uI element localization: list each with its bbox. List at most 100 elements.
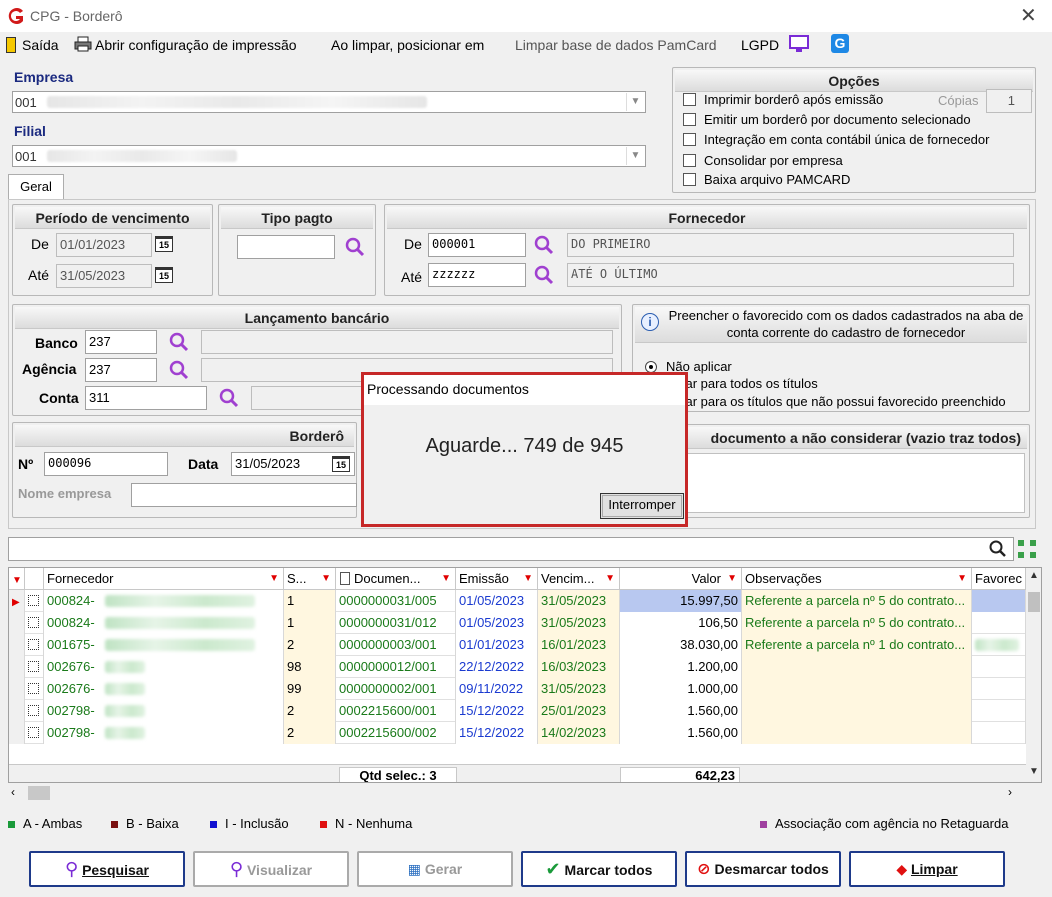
tab-geral[interactable]: Geral xyxy=(8,174,64,200)
filter-icon: ▼ xyxy=(605,573,615,584)
option-checkbox[interactable] xyxy=(683,133,696,146)
view-button[interactable]: ⚲ Visualizar xyxy=(193,851,349,887)
table-row[interactable]: 002676- 98 0000000012/001 22/12/2022 16/03/2… xyxy=(9,656,1026,678)
g-app-icon[interactable]: G xyxy=(831,34,849,53)
supplier-to-code[interactable]: zzzzzz xyxy=(428,263,526,287)
select-all-button[interactable]: ✔ Marcar todos xyxy=(521,851,677,887)
redacted-supplier-name xyxy=(105,727,145,739)
row-checkbox[interactable] xyxy=(25,590,44,612)
row-checkbox[interactable] xyxy=(25,634,44,656)
option-checkbox[interactable] xyxy=(683,93,696,106)
legend-association: Associação com agência no Retaguarda xyxy=(760,816,1008,831)
grid-filter-input[interactable] xyxy=(8,537,1014,561)
bordero-number-field[interactable]: 000096 xyxy=(44,452,168,476)
cell-doc: 0000000003/001 xyxy=(336,634,456,656)
supplier-from-code[interactable]: 000001 xyxy=(428,233,526,257)
redacted-text xyxy=(47,96,427,108)
cell-emissao: 01/05/2023 xyxy=(456,590,538,612)
menu-clear-pamcard[interactable]: Limpar base de dados PamCard xyxy=(515,37,717,53)
search-icon[interactable] xyxy=(344,236,366,258)
scroll-thumb[interactable] xyxy=(1028,592,1040,612)
search-icon[interactable] xyxy=(168,331,190,353)
table-row[interactable]: 000824- 1 0000000031/012 01/05/2023 31/05/20… xyxy=(9,612,1026,634)
table-row[interactable]: 001675- 2 0000000003/001 01/01/2023 16/01/20… xyxy=(9,634,1026,656)
bordero-title: Borderô xyxy=(15,425,354,447)
empresa-combo[interactable]: 001 ▼ xyxy=(12,91,646,113)
option-checkbox[interactable] xyxy=(683,154,696,167)
radio-empty-label: car para os títulos que não possui favor… xyxy=(679,394,1006,409)
table-row[interactable]: 002676- 99 0000000002/001 09/11/2022 31/05/2… xyxy=(9,678,1026,700)
cell-venc: 31/05/2023 xyxy=(538,612,620,634)
row-checkbox[interactable] xyxy=(25,612,44,634)
menu-print-config[interactable]: Abrir configuração de impressão xyxy=(95,37,297,53)
row-checkbox[interactable] xyxy=(25,678,44,700)
calendar-icon[interactable]: 15 xyxy=(155,236,173,252)
menu-on-clear[interactable]: Ao limpar, posicionar em xyxy=(331,37,484,53)
expand-icon[interactable] xyxy=(1016,538,1038,560)
column-header[interactable]: Favorec xyxy=(972,568,1026,590)
deselect-all-button[interactable]: ⊘ Desmarcar todos xyxy=(685,851,841,887)
selected-count: Qtd selec.: 3 xyxy=(339,767,457,782)
cell-s: 98 xyxy=(284,656,336,678)
vertical-scrollbar[interactable]: ▲ ▼ xyxy=(1026,568,1041,782)
payment-type-field[interactable] xyxy=(237,235,335,259)
column-header[interactable]: Valor ▼ xyxy=(620,568,742,590)
copies-spinner[interactable]: 1 xyxy=(986,89,1032,113)
exclude-doc-field[interactable] xyxy=(685,453,1025,513)
option-checkbox[interactable] xyxy=(683,113,696,126)
cell-emissao: 01/01/2023 xyxy=(456,634,538,656)
filial-combo[interactable]: 001 ▼ xyxy=(12,145,646,167)
search-icon[interactable] xyxy=(168,359,190,381)
cell-valor: 1.560,00 xyxy=(620,700,742,722)
calendar-icon[interactable]: 15 xyxy=(155,267,173,283)
search-button[interactable]: ⚲ Pesquisar xyxy=(29,851,185,887)
table-row[interactable]: 002798- 2 0002215600/002 15/12/2022 14/02/20… xyxy=(9,722,1026,744)
chevron-down-icon[interactable]: ▼ xyxy=(626,93,644,111)
legend-inclusion: I - Inclusão xyxy=(210,816,289,831)
period-from-field[interactable]: 01/01/2023 xyxy=(56,233,152,257)
search-icon[interactable] xyxy=(533,264,555,286)
row-checkbox[interactable] xyxy=(25,700,44,722)
menu-bar: Saída Abrir configuração de impressão Ao… xyxy=(0,32,1052,58)
menu-lgpd[interactable]: LGPD xyxy=(741,37,779,53)
interrupt-button[interactable]: Interromper xyxy=(600,493,684,519)
column-header[interactable]: S... ▼ xyxy=(284,568,336,590)
agency-field[interactable]: 237 xyxy=(85,358,157,382)
grid-check-header[interactable] xyxy=(25,568,44,590)
table-row[interactable]: ▶ 000824- 1 0000000031/005 01/05/2023 31/05/2… xyxy=(9,590,1026,612)
supplier-to-label: Até xyxy=(401,269,423,285)
option-pamcard: Baixa arquivo PAMCARD xyxy=(704,172,851,187)
calendar-icon[interactable]: 15 xyxy=(332,456,350,472)
close-icon[interactable]: ✕ xyxy=(1020,3,1037,28)
search-icon[interactable] xyxy=(218,387,240,409)
search-icon[interactable] xyxy=(988,539,1008,559)
period-to-field[interactable]: 31/05/2023 xyxy=(56,264,152,288)
column-header[interactable]: Vencim... ▼ xyxy=(538,568,620,590)
account-field[interactable]: 311 xyxy=(85,386,207,410)
company-name-field[interactable] xyxy=(131,483,357,507)
generate-button[interactable]: ▦ Gerar xyxy=(357,851,513,887)
clear-button[interactable]: ◆ Limpar xyxy=(849,851,1005,887)
search-icon[interactable] xyxy=(533,234,555,256)
cell-valor: 1.200,00 xyxy=(620,656,742,678)
menu-exit[interactable]: Saída xyxy=(22,37,59,53)
option-checkbox[interactable] xyxy=(683,173,696,186)
title-bar: CPG - Borderô ✕ xyxy=(0,0,1052,32)
chevron-down-icon[interactable]: ▼ xyxy=(626,147,644,165)
column-header[interactable]: Observações ▼ xyxy=(742,568,972,590)
filter-icon: ▼ xyxy=(321,573,331,584)
row-checkbox[interactable] xyxy=(25,656,44,678)
favorecido-cell xyxy=(972,656,1026,678)
scroll-thumb[interactable] xyxy=(28,786,50,800)
documents-grid[interactable]: ▼ Fornecedor ▼ S... ▼ Documen... ▼ Emissão ▼… xyxy=(8,567,1042,783)
monitor-icon[interactable] xyxy=(789,35,809,53)
table-row[interactable]: 002798- 2 0002215600/001 15/12/2022 25/01/20… xyxy=(9,700,1026,722)
column-header[interactable]: Documen... ▼ xyxy=(336,568,456,590)
horizontal-scrollbar[interactable]: ‹ › xyxy=(8,784,1042,802)
row-checkbox[interactable] xyxy=(25,722,44,744)
bank-field[interactable]: 237 xyxy=(85,330,157,354)
column-header[interactable]: Fornecedor ▼ xyxy=(44,568,284,590)
payee-info-text: Preencher o favorecido com os dados cada… xyxy=(668,308,1024,340)
column-header[interactable]: Emissão ▼ xyxy=(456,568,538,590)
document-icon xyxy=(340,572,350,585)
